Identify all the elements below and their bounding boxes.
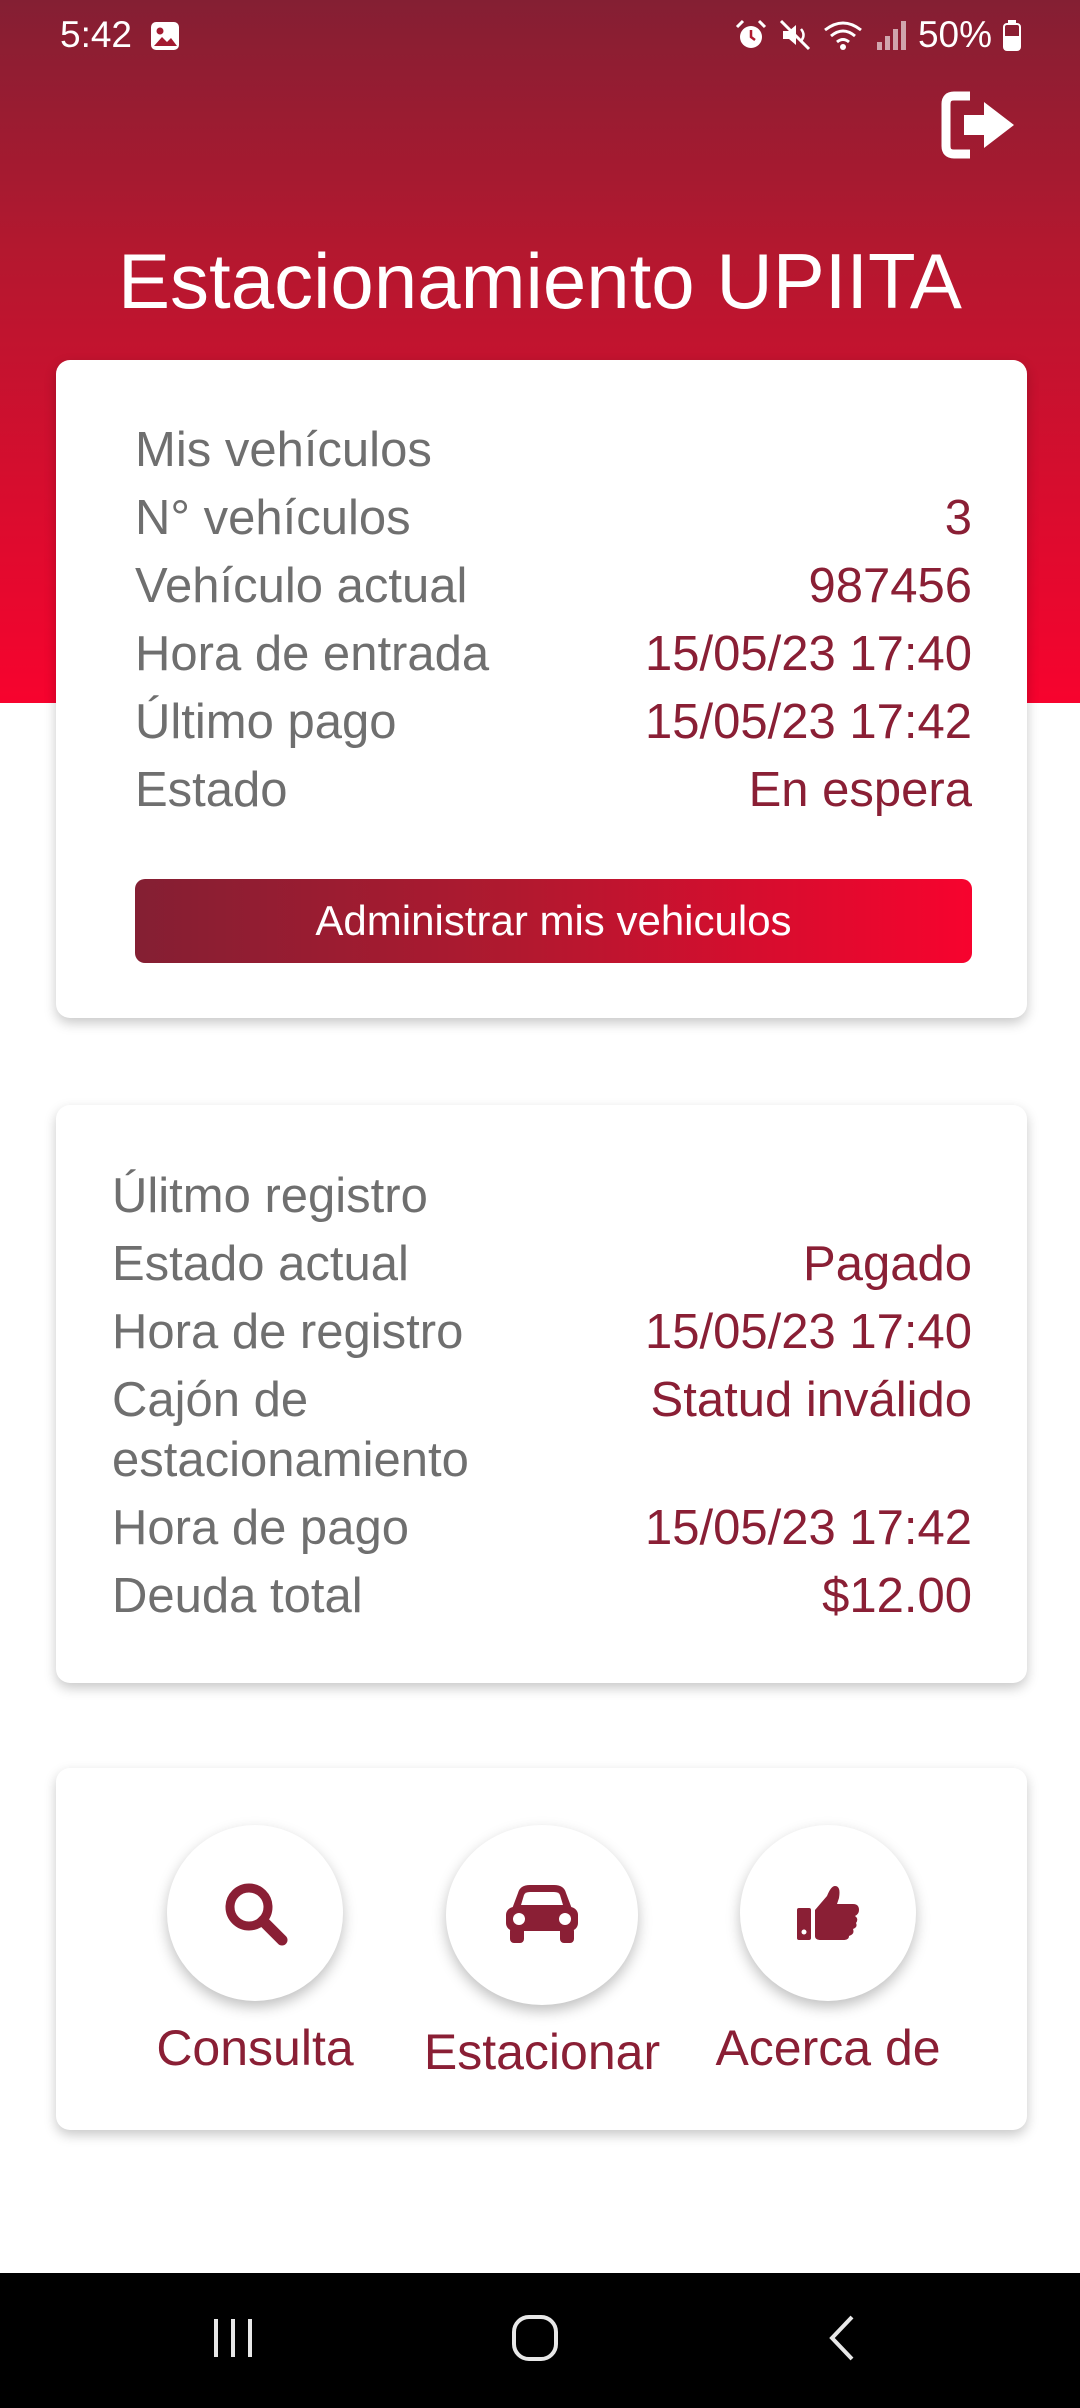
acerca-de-action[interactable]: Acerca de bbox=[698, 1825, 958, 2077]
acerca-de-label: Acerca de bbox=[715, 2020, 941, 2076]
register-time-label: Hora de registro bbox=[112, 1305, 464, 1359]
status-label: Estado bbox=[135, 763, 288, 817]
consulta-button[interactable] bbox=[167, 1825, 343, 2001]
image-icon bbox=[151, 22, 179, 50]
vehicles-card-heading: Mis vehículos bbox=[135, 423, 432, 477]
app-title: Estacionamiento UPIITA bbox=[118, 237, 962, 325]
entry-time-label: Hora de entrada bbox=[135, 627, 490, 681]
parking-slot-value: Statud inválido bbox=[650, 1373, 972, 1427]
register-time-value: 15/05/23 17:40 bbox=[645, 1305, 972, 1359]
last-payment-label: Último pago bbox=[135, 695, 397, 749]
current-status-label: Estado actual bbox=[112, 1237, 409, 1291]
back-icon[interactable] bbox=[818, 2313, 868, 2363]
home-icon[interactable] bbox=[510, 2313, 560, 2363]
estacionar-action[interactable]: Estacionar bbox=[412, 1825, 672, 2081]
status-icons: 50% bbox=[734, 14, 1022, 56]
status-bar: 5:42 50% bbox=[0, 0, 1080, 72]
battery-percent: 50% bbox=[917, 14, 992, 55]
parking-slot-label-line1: Cajón de bbox=[112, 1373, 309, 1427]
current-vehicle-label: Vehículo actual bbox=[135, 559, 468, 613]
manage-vehicles-button[interactable]: Administrar mis vehiculos bbox=[135, 879, 972, 963]
total-debt-label: Deuda total bbox=[112, 1569, 363, 1623]
last-payment-value: 15/05/23 17:42 bbox=[645, 695, 972, 749]
wifi-icon bbox=[824, 21, 862, 50]
recent-apps-icon[interactable] bbox=[208, 2313, 258, 2363]
vehicle-count-value: 3 bbox=[944, 491, 972, 545]
entry-time-value: 15/05/23 17:40 bbox=[645, 627, 972, 681]
acerca-de-button[interactable] bbox=[740, 1825, 916, 2001]
payment-time-value: 15/05/23 17:42 bbox=[645, 1501, 972, 1555]
current-vehicle-value: 987456 bbox=[808, 559, 972, 613]
mute-icon bbox=[779, 19, 810, 51]
battery-icon bbox=[1003, 20, 1021, 51]
alarm-icon bbox=[735, 19, 766, 48]
car-icon bbox=[506, 1885, 578, 1943]
status-value: En espera bbox=[748, 763, 972, 817]
navigation-bar bbox=[0, 2273, 1080, 2408]
status-time: 5:42 bbox=[60, 14, 133, 55]
search-icon bbox=[225, 1883, 288, 1946]
signal-icon bbox=[876, 21, 906, 50]
estacionar-button[interactable] bbox=[446, 1825, 638, 2005]
total-debt-value: $12.00 bbox=[822, 1569, 972, 1623]
vehicle-count-label: N° vehículos bbox=[135, 491, 411, 545]
consulta-label: Consulta bbox=[156, 2020, 354, 2076]
logout-icon[interactable] bbox=[940, 90, 1020, 160]
thumbs-up-icon bbox=[797, 1886, 859, 1940]
estacionar-label: Estacionar bbox=[423, 2024, 661, 2080]
parking-slot-label-line2: estacionamiento bbox=[112, 1433, 469, 1487]
payment-time-label: Hora de pago bbox=[112, 1501, 409, 1555]
current-status-value: Pagado bbox=[803, 1237, 972, 1291]
consulta-action[interactable]: Consulta bbox=[125, 1825, 385, 2077]
last-record-heading: Úlitmo registro bbox=[112, 1169, 428, 1223]
